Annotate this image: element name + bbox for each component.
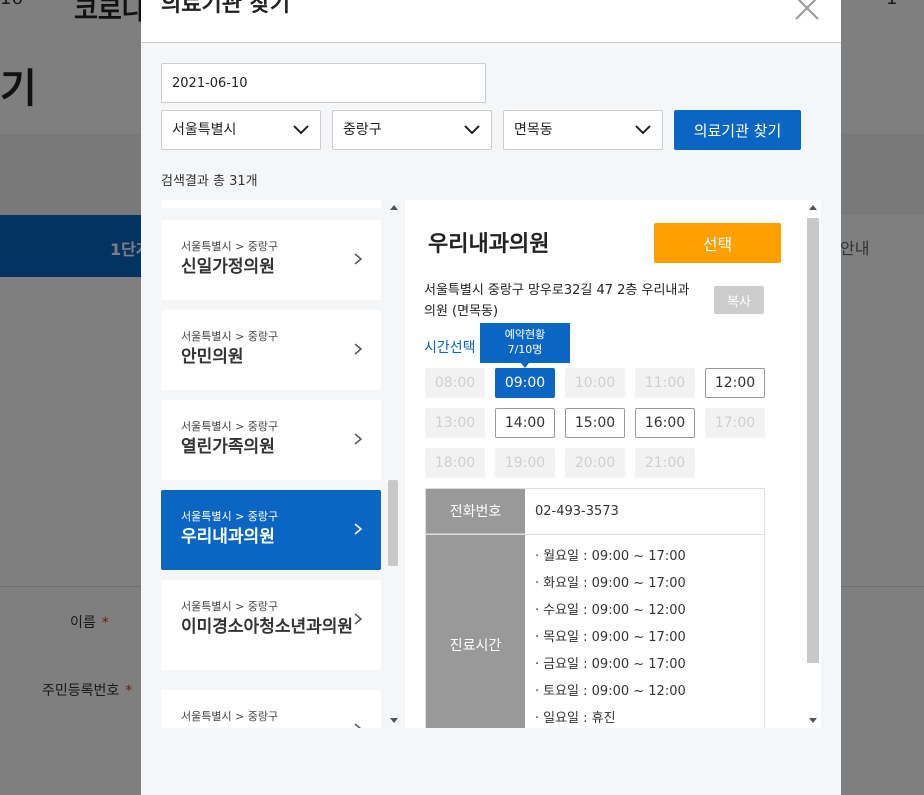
chevron-down-icon [635,125,651,135]
list-item[interactable]: 서울특별시 > 중랑구 신일가정의원 [161,220,381,300]
chevron-right-icon [354,343,363,355]
info-table: 전화번호 02-493-3573 진료시간 월요일 : 09:00 ~ 17:0… [425,488,765,728]
hours-item: 일요일 : 휴진 [535,709,764,728]
hours-item: 토요일 : 09:00 ~ 12:00 [535,682,764,709]
find-hospital-modal: 의료기관 찾기 서울특별시 중랑구 면목동 의료기관 찾기 검색결과 총 31개… [141,0,841,795]
city-select[interactable]: 서울특별시 [161,110,321,150]
scroll-up-icon[interactable] [809,205,817,210]
detail-scrollbar[interactable] [805,200,821,728]
dong-select[interactable]: 면목동 [503,110,663,150]
list-scrollbar[interactable] [386,200,400,728]
hours-item: 목요일 : 09:00 ~ 17:00 [535,628,764,655]
time-slot: 17:00 [705,408,765,438]
time-slot-selected[interactable]: 09:00 [495,368,555,398]
list-item[interactable]: 서울특별시 > 중랑구 안민의원 [161,310,381,390]
hours-item: 화요일 : 09:00 ~ 17:00 [535,574,764,601]
modal-header: 의료기관 찾기 [141,0,841,43]
list-item-region: 서울특별시 > 중랑구 [181,510,279,523]
chevron-right-icon [354,253,363,265]
hospital-name: 우리내과의원 [428,232,550,257]
chevron-down-icon [293,125,309,135]
list-item[interactable]: 서울특별시 > 중랑구 열린가족의원 [161,400,381,480]
scroll-up-icon[interactable] [390,205,398,210]
list-item-name: 이미경소아청소년과의원 [181,617,354,637]
hours-list: 월요일 : 09:00 ~ 17:00 화요일 : 09:00 ~ 17:00 … [525,535,764,728]
hours-label: 진료시간 [426,535,525,728]
list-item-name: 열린가족의원 [181,437,275,457]
find-hospital-button[interactable]: 의료기관 찾기 [674,110,801,150]
time-slot[interactable]: 15:00 [565,408,625,438]
detail-scroll-thumb[interactable] [807,218,819,663]
time-slot: 18:00 [425,448,485,478]
hospital-detail: 우리내과의원 선택 서울특별시 중랑구 망우로32길 47 2층 우리내과의원 … [405,200,821,728]
time-slot: 20:00 [565,448,625,478]
list-item[interactable]: 서울특별시 > 중랑구 [161,690,381,728]
phone-label: 전화번호 [426,489,525,534]
chevron-down-icon [464,125,480,135]
hours-item: 금요일 : 09:00 ~ 17:00 [535,655,764,682]
time-slot[interactable]: 16:00 [635,408,695,438]
hours-item: 수요일 : 09:00 ~ 12:00 [535,601,764,628]
chevron-right-icon [354,613,363,625]
select-button[interactable]: 선택 [654,223,781,263]
time-slot: 11:00 [635,368,695,398]
copy-button[interactable]: 복사 [714,286,764,314]
list-item-region: 서울특별시 > 중랑구 [181,240,279,253]
scroll-down-icon[interactable] [809,718,817,723]
result-count: 검색결과 총 31개 [161,174,258,189]
list-item[interactable] [161,200,381,208]
chevron-right-icon [354,433,363,445]
list-item-name: 안민의원 [181,347,244,367]
hospital-list[interactable]: 서울특별시 > 중랑구 신일가정의원 서울특별시 > 중랑구 안민의원 서울특별… [161,200,401,728]
tooltip-title: 예약현황 [504,328,546,341]
dong-select-value: 면목동 [514,122,553,138]
phone-row: 전화번호 02-493-3573 [426,489,764,535]
time-slot[interactable]: 12:00 [705,368,765,398]
reservation-tooltip: 예약현황 7/10명 [480,323,570,368]
list-item-region: 서울특별시 > 중랑구 [181,710,279,723]
district-select-value: 중랑구 [343,122,382,138]
phone-value: 02-493-3573 [535,504,619,519]
hospital-address: 서울특별시 중랑구 망우로32길 47 2층 우리내과의원 (면목동) [424,283,690,319]
modal-title: 의료기관 찾기 [161,0,291,17]
list-item-name: 신일가정의원 [181,257,275,277]
hours-row: 진료시간 월요일 : 09:00 ~ 17:00 화요일 : 09:00 ~ 1… [426,535,764,728]
list-item-region: 서울특별시 > 중랑구 [181,420,279,433]
hours-item: 월요일 : 09:00 ~ 17:00 [535,547,764,574]
time-slot: 13:00 [425,408,485,438]
scroll-down-icon[interactable] [390,718,398,723]
date-input[interactable] [161,63,486,103]
close-icon[interactable] [793,0,821,22]
list-scroll-thumb[interactable] [388,480,398,566]
chevron-right-icon [354,723,361,728]
time-slot[interactable]: 14:00 [495,408,555,438]
time-select-label: 시간선택 [424,340,476,356]
time-slot: 10:00 [565,368,625,398]
list-item-name: 우리내과의원 [181,527,275,547]
district-select[interactable]: 중랑구 [332,110,492,150]
chevron-right-icon [354,523,363,535]
city-select-value: 서울특별시 [172,122,237,138]
list-item[interactable]: 서울특별시 > 중랑구 이미경소아청소년과의원 [161,580,381,670]
time-slot: 19:00 [495,448,555,478]
tooltip-count: 7/10명 [507,343,543,356]
list-item-region: 서울특별시 > 중랑구 [181,600,279,613]
time-slot: 08:00 [425,368,485,398]
list-item-selected[interactable]: 서울특별시 > 중랑구 우리내과의원 [161,490,381,570]
time-slot: 21:00 [635,448,695,478]
list-item-region: 서울특별시 > 중랑구 [181,330,279,343]
